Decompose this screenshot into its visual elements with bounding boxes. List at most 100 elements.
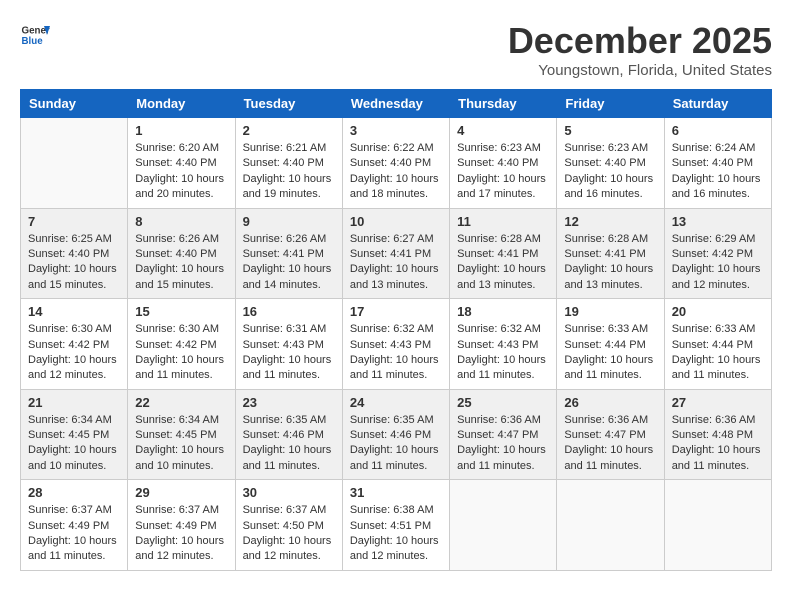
day-info: Sunrise: 6:32 AM Sunset: 4:43 PM Dayligh… bbox=[457, 322, 549, 384]
calendar-week-row: 7Sunrise: 6:25 AM Sunset: 4:40 PM Daylig… bbox=[21, 208, 772, 299]
calendar-cell bbox=[21, 118, 128, 209]
day-number: 13 bbox=[672, 214, 764, 229]
calendar-cell: 2 Sunrise: 6:21 AM Sunset: 4:40 PM Daylig… bbox=[235, 118, 342, 209]
day-number: 15 bbox=[135, 304, 227, 319]
calendar-cell: 27 Sunrise: 6:36 AM Sunset: 4:48 PM Dayli… bbox=[664, 389, 771, 480]
day-info: Sunrise: 6:32 AM Sunset: 4:43 PM Dayligh… bbox=[350, 322, 442, 384]
day-info: Sunrise: 6:25 AM Sunset: 4:40 PM Dayligh… bbox=[28, 232, 120, 294]
calendar-week-row: 28 Sunrise: 6:37 AM Sunset: 4:49 PM Dayli… bbox=[21, 480, 772, 571]
day-number: 24 bbox=[350, 395, 442, 410]
day-number: 2 bbox=[243, 123, 335, 138]
calendar-cell: 14 Sunrise: 6:30 AM Sunset: 4:42 PM Dayli… bbox=[21, 299, 128, 390]
day-number: 1 bbox=[135, 123, 227, 138]
calendar-cell bbox=[450, 480, 557, 571]
calendar-week-row: 21 Sunrise: 6:34 AM Sunset: 4:45 PM Dayli… bbox=[21, 389, 772, 480]
calendar-cell: 26 Sunrise: 6:36 AM Sunset: 4:47 PM Dayli… bbox=[557, 389, 664, 480]
calendar-cell: 28Sunrise: 6:37 AM Sunset: 4:49 PM Dayli… bbox=[21, 480, 128, 571]
day-info: Sunrise: 6:37 AM Sunset: 4:50 PM Dayligh… bbox=[243, 503, 335, 565]
svg-text:Blue: Blue bbox=[22, 36, 44, 47]
day-number: 16 bbox=[243, 304, 335, 319]
calendar-table: SundayMondayTuesdayWednesdayThursdayFrid… bbox=[20, 89, 772, 571]
calendar-cell: 21 Sunrise: 6:34 AM Sunset: 4:45 PM Dayli… bbox=[21, 389, 128, 480]
calendar-header-thursday: Thursday bbox=[450, 90, 557, 118]
day-info: Sunrise: 6:23 AM Sunset: 4:40 PM Dayligh… bbox=[457, 141, 549, 203]
day-info: Sunrise: 6:36 AM Sunset: 4:48 PM Dayligh… bbox=[672, 413, 764, 475]
day-number: 4 bbox=[457, 123, 549, 138]
day-number: 29 bbox=[135, 485, 227, 500]
calendar-header-saturday: Saturday bbox=[664, 90, 771, 118]
calendar-cell: 9 Sunrise: 6:26 AM Sunset: 4:41 PM Daylig… bbox=[235, 208, 342, 299]
day-number: 19 bbox=[564, 304, 656, 319]
day-info: Sunrise: 6:21 AM Sunset: 4:40 PM Dayligh… bbox=[243, 141, 335, 203]
day-info: Sunrise: 6:22 AM Sunset: 4:40 PM Dayligh… bbox=[350, 141, 442, 203]
day-info: Sunrise: 6:33 AM Sunset: 4:44 PM Dayligh… bbox=[672, 322, 764, 384]
calendar-cell: 30 Sunrise: 6:37 AM Sunset: 4:50 PM Dayli… bbox=[235, 480, 342, 571]
day-number: 10 bbox=[350, 214, 442, 229]
calendar-cell: 29 Sunrise: 6:37 AM Sunset: 4:49 PM Dayli… bbox=[128, 480, 235, 571]
day-number: 21 bbox=[28, 395, 120, 410]
day-info: Sunrise: 6:38 AM Sunset: 4:51 PM Dayligh… bbox=[350, 503, 442, 565]
calendar-cell: 5 Sunrise: 6:23 AM Sunset: 4:40 PM Daylig… bbox=[557, 118, 664, 209]
day-info: Sunrise: 6:33 AM Sunset: 4:44 PM Dayligh… bbox=[564, 322, 656, 384]
calendar-header-monday: Monday bbox=[128, 90, 235, 118]
calendar-cell: 11 Sunrise: 6:28 AM Sunset: 4:41 PM Dayli… bbox=[450, 208, 557, 299]
day-number: 30 bbox=[243, 485, 335, 500]
calendar-cell: 12 Sunrise: 6:28 AM Sunset: 4:41 PM Dayli… bbox=[557, 208, 664, 299]
calendar-cell: 4 Sunrise: 6:23 AM Sunset: 4:40 PM Daylig… bbox=[450, 118, 557, 209]
location-title: Youngstown, Florida, United States bbox=[508, 62, 772, 79]
calendar-cell: 13 Sunrise: 6:29 AM Sunset: 4:42 PM Dayli… bbox=[664, 208, 771, 299]
day-info: Sunrise: 6:34 AM Sunset: 4:45 PM Dayligh… bbox=[135, 413, 227, 475]
day-number: 22 bbox=[135, 395, 227, 410]
day-info: Sunrise: 6:30 AM Sunset: 4:42 PM Dayligh… bbox=[28, 322, 120, 384]
day-number: 5 bbox=[564, 123, 656, 138]
calendar-week-row: 1 Sunrise: 6:20 AM Sunset: 4:40 PM Daylig… bbox=[21, 118, 772, 209]
calendar-header-row: SundayMondayTuesdayWednesdayThursdayFrid… bbox=[21, 90, 772, 118]
day-number: 27 bbox=[672, 395, 764, 410]
day-number: 31 bbox=[350, 485, 442, 500]
calendar-header-sunday: Sunday bbox=[21, 90, 128, 118]
day-info: Sunrise: 6:37 AM Sunset: 4:49 PM Dayligh… bbox=[135, 503, 227, 565]
day-info: Sunrise: 6:34 AM Sunset: 4:45 PM Dayligh… bbox=[28, 413, 120, 475]
calendar-cell: 22 Sunrise: 6:34 AM Sunset: 4:45 PM Dayli… bbox=[128, 389, 235, 480]
calendar-header-tuesday: Tuesday bbox=[235, 90, 342, 118]
day-number: 14 bbox=[28, 304, 120, 319]
day-number: 11 bbox=[457, 214, 549, 229]
logo-icon: General Blue bbox=[20, 20, 50, 50]
day-number: 3 bbox=[350, 123, 442, 138]
day-info: Sunrise: 6:29 AM Sunset: 4:42 PM Dayligh… bbox=[672, 232, 764, 294]
calendar-cell: 7Sunrise: 6:25 AM Sunset: 4:40 PM Daylig… bbox=[21, 208, 128, 299]
calendar-cell: 3 Sunrise: 6:22 AM Sunset: 4:40 PM Daylig… bbox=[342, 118, 449, 209]
day-info: Sunrise: 6:23 AM Sunset: 4:40 PM Dayligh… bbox=[564, 141, 656, 203]
day-info: Sunrise: 6:30 AM Sunset: 4:42 PM Dayligh… bbox=[135, 322, 227, 384]
day-number: 26 bbox=[564, 395, 656, 410]
title-area: December 2025 Youngstown, Florida, Unite… bbox=[508, 20, 772, 79]
day-number: 6 bbox=[672, 123, 764, 138]
day-info: Sunrise: 6:36 AM Sunset: 4:47 PM Dayligh… bbox=[457, 413, 549, 475]
day-info: Sunrise: 6:20 AM Sunset: 4:40 PM Dayligh… bbox=[135, 141, 227, 203]
day-info: Sunrise: 6:31 AM Sunset: 4:43 PM Dayligh… bbox=[243, 322, 335, 384]
day-number: 8 bbox=[135, 214, 227, 229]
day-number: 9 bbox=[243, 214, 335, 229]
calendar-week-row: 14 Sunrise: 6:30 AM Sunset: 4:42 PM Dayli… bbox=[21, 299, 772, 390]
day-info: Sunrise: 6:36 AM Sunset: 4:47 PM Dayligh… bbox=[564, 413, 656, 475]
calendar-cell: 20Sunrise: 6:33 AM Sunset: 4:44 PM Dayli… bbox=[664, 299, 771, 390]
day-info: Sunrise: 6:26 AM Sunset: 4:40 PM Dayligh… bbox=[135, 232, 227, 294]
day-number: 25 bbox=[457, 395, 549, 410]
calendar-cell: 18Sunrise: 6:32 AM Sunset: 4:43 PM Dayli… bbox=[450, 299, 557, 390]
day-number: 12 bbox=[564, 214, 656, 229]
header: General Blue December 2025 Youngstown, F… bbox=[20, 20, 772, 79]
calendar-cell: 16 Sunrise: 6:31 AM Sunset: 4:43 PM Dayli… bbox=[235, 299, 342, 390]
day-info: Sunrise: 6:28 AM Sunset: 4:41 PM Dayligh… bbox=[457, 232, 549, 294]
calendar-cell: 25 Sunrise: 6:36 AM Sunset: 4:47 PM Dayli… bbox=[450, 389, 557, 480]
day-info: Sunrise: 6:26 AM Sunset: 4:41 PM Dayligh… bbox=[243, 232, 335, 294]
calendar-cell: 31 Sunrise: 6:38 AM Sunset: 4:51 PM Dayli… bbox=[342, 480, 449, 571]
calendar-cell: 8 Sunrise: 6:26 AM Sunset: 4:40 PM Daylig… bbox=[128, 208, 235, 299]
calendar-header-friday: Friday bbox=[557, 90, 664, 118]
day-number: 23 bbox=[243, 395, 335, 410]
day-info: Sunrise: 6:28 AM Sunset: 4:41 PM Dayligh… bbox=[564, 232, 656, 294]
calendar-cell: 6Sunrise: 6:24 AM Sunset: 4:40 PM Daylig… bbox=[664, 118, 771, 209]
day-number: 28 bbox=[28, 485, 120, 500]
day-info: Sunrise: 6:35 AM Sunset: 4:46 PM Dayligh… bbox=[243, 413, 335, 475]
day-info: Sunrise: 6:35 AM Sunset: 4:46 PM Dayligh… bbox=[350, 413, 442, 475]
month-title: December 2025 bbox=[508, 20, 772, 62]
